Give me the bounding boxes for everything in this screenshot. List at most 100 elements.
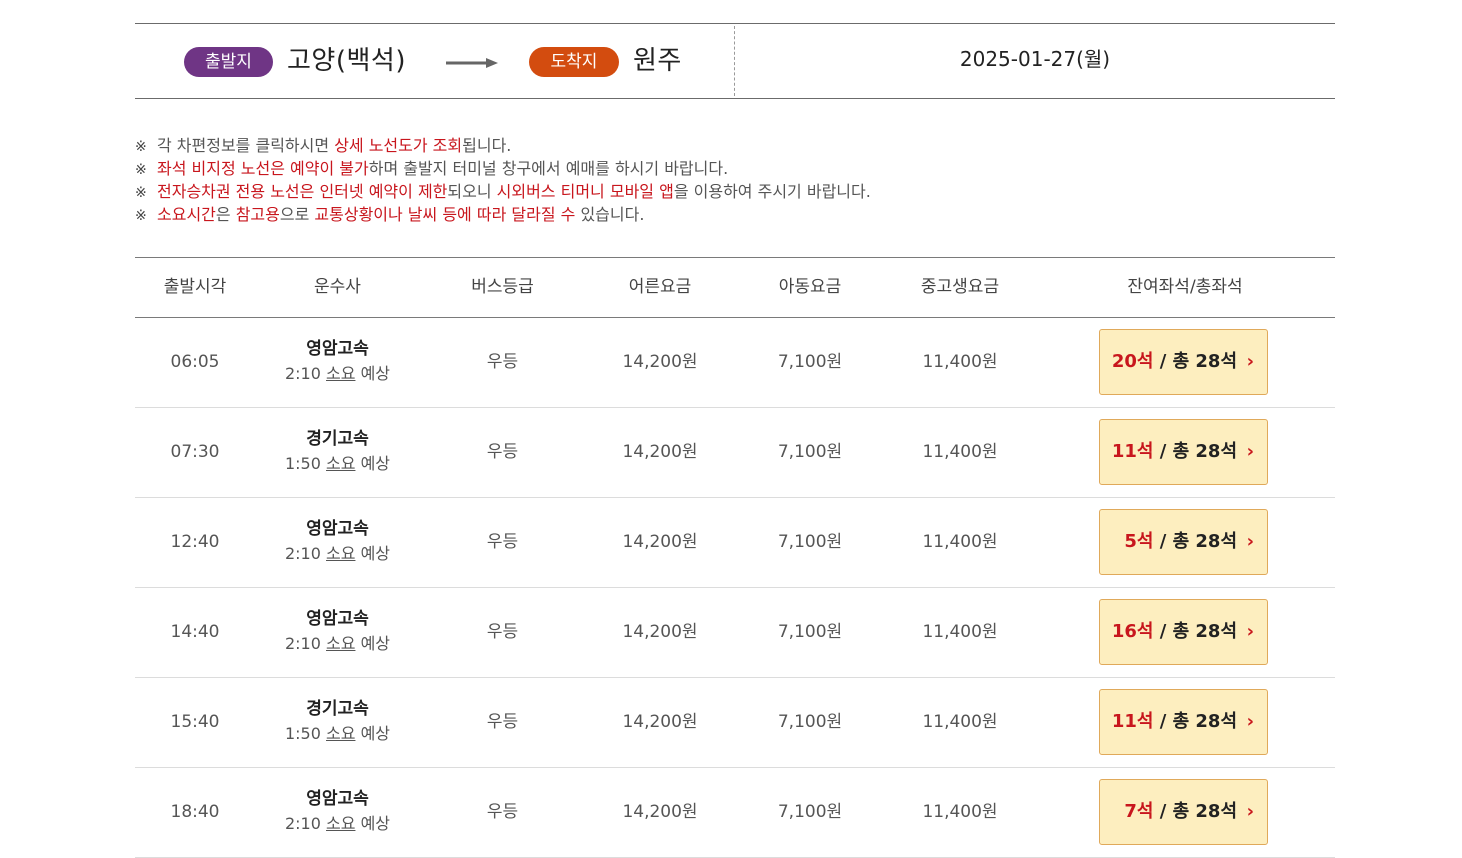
bus-class: 우등 bbox=[486, 802, 519, 822]
table-row[interactable]: 15:40 경기고속 1:50 소요 예상 우등 14,200원 7,100원 … bbox=[135, 677, 1335, 768]
notice-text: 됩니다. bbox=[462, 136, 512, 155]
student-fare: 11,400원 bbox=[922, 352, 998, 372]
adult-fare: 14,200원 bbox=[622, 532, 698, 552]
notice-line: ※ 각 차편정보를 클릭하시면 상세 노선도가 조회됩니다. bbox=[135, 135, 1335, 158]
chevron-right-icon: › bbox=[1246, 351, 1254, 372]
header-student-fare: 중고생요금 bbox=[920, 277, 1000, 297]
notice-highlight: 참고용 bbox=[235, 205, 280, 224]
chevron-right-icon: › bbox=[1246, 711, 1254, 732]
total-seats: 총 28석 bbox=[1172, 531, 1237, 552]
child-fare: 7,100원 bbox=[777, 712, 843, 732]
duration-value: 2:10 bbox=[284, 544, 321, 563]
notice-text: 되오니 bbox=[447, 182, 497, 201]
table-row[interactable]: 12:40 영암고속 2:10 소요 예상 우등 14,200원 7,100원 … bbox=[135, 497, 1335, 588]
notice-highlight: 소요시간 bbox=[157, 205, 216, 224]
duration-estimate: 2:10 소요 예상 bbox=[255, 632, 420, 656]
notice-text: 하며 출발지 터미널 창구에서 예매를 하시기 바랍니다. bbox=[368, 159, 729, 178]
seat-separator: / bbox=[1153, 351, 1173, 372]
seat-select-button[interactable]: 11석 / 총 28석 › bbox=[1099, 689, 1268, 755]
chevron-right-icon: › bbox=[1246, 801, 1254, 822]
table-header: 출발시각 운수사 버스등급 어른요금 아동요금 중고생요금 잔여좌석/총좌석 bbox=[135, 257, 1335, 318]
company-cell: 영암고속 2:10 소요 예상 bbox=[255, 337, 420, 386]
table-row[interactable]: 14:40 영암고속 2:10 소요 예상 우등 14,200원 7,100원 … bbox=[135, 587, 1335, 678]
notice-highlight: 좌석 비지정 노선은 예약이 불가 bbox=[157, 159, 369, 178]
notice-text: 은 bbox=[215, 205, 236, 224]
duration-label: 소요 bbox=[326, 364, 356, 383]
duration-estimate: 2:10 소요 예상 bbox=[255, 812, 420, 836]
seat-select-button[interactable]: 5석 / 총 28석 › bbox=[1099, 509, 1268, 575]
child-fare: 7,100원 bbox=[777, 442, 843, 462]
notice-highlight: 시외버스 티머니 모바일 앱 bbox=[496, 182, 674, 201]
remaining-seats: 5석 bbox=[1124, 531, 1154, 552]
duration-value: 2:10 bbox=[284, 364, 321, 383]
remaining-seats: 11석 bbox=[1111, 711, 1154, 732]
departure-time: 14:40 bbox=[170, 622, 220, 642]
chevron-right-icon: › bbox=[1246, 621, 1254, 642]
table-row[interactable]: 06:05 영암고속 2:10 소요 예상 우등 14,200원 7,100원 … bbox=[135, 317, 1335, 408]
seat-select-button[interactable]: 20석 / 총 28석 › bbox=[1099, 329, 1268, 395]
duration-estimate: 2:10 소요 예상 bbox=[255, 542, 420, 566]
header-company: 운수사 bbox=[314, 277, 361, 297]
student-fare: 11,400원 bbox=[922, 622, 998, 642]
child-fare: 7,100원 bbox=[777, 352, 843, 372]
chevron-right-icon: › bbox=[1246, 531, 1254, 552]
seat-select-button[interactable]: 16석 / 총 28석 › bbox=[1099, 599, 1268, 665]
bus-class: 우등 bbox=[486, 442, 519, 462]
company-cell: 영암고속 2:10 소요 예상 bbox=[255, 517, 420, 566]
total-seats: 총 28석 bbox=[1172, 711, 1237, 732]
notice-highlight: 상세 노선도가 조회 bbox=[334, 136, 463, 155]
duration-suffix: 예상 bbox=[360, 814, 391, 833]
remaining-seats: 16석 bbox=[1111, 621, 1154, 642]
company-name: 영암고속 bbox=[306, 789, 369, 809]
notice-mark: ※ bbox=[135, 185, 147, 201]
seat-separator: / bbox=[1153, 531, 1173, 552]
departure-badge: 출발지 bbox=[184, 47, 273, 77]
adult-fare: 14,200원 bbox=[622, 352, 698, 372]
seat-separator: / bbox=[1153, 441, 1173, 462]
departure-time: 15:40 bbox=[170, 712, 220, 732]
bus-class: 우등 bbox=[486, 622, 519, 642]
notice-mark: ※ bbox=[135, 162, 147, 178]
seat-separator: / bbox=[1153, 711, 1173, 732]
notice-list: ※ 각 차편정보를 클릭하시면 상세 노선도가 조회됩니다. ※ 좌석 비지정 노선은… bbox=[135, 135, 1335, 227]
child-fare: 7,100원 bbox=[777, 532, 843, 552]
header-seats: 잔여좌석/총좌석 bbox=[1127, 277, 1243, 297]
seat-separator: / bbox=[1153, 801, 1173, 822]
duration-label: 소요 bbox=[326, 814, 356, 833]
notice-line: ※ 전자승차권 전용 노선은 인터넷 예약이 제한되오니 시외버스 티머니 모바일… bbox=[135, 181, 1335, 204]
seat-separator: / bbox=[1153, 621, 1173, 642]
header-child-fare: 아동요금 bbox=[778, 277, 842, 297]
table-row[interactable]: 07:30 경기고속 1:50 소요 예상 우등 14,200원 7,100원 … bbox=[135, 407, 1335, 498]
departure-time: 07:30 bbox=[170, 442, 220, 462]
notice-line: ※ 좌석 비지정 노선은 예약이 불가하며 출발지 터미널 창구에서 예매를 하시… bbox=[135, 158, 1335, 181]
student-fare: 11,400원 bbox=[922, 442, 998, 462]
seat-select-button[interactable]: 11석 / 총 28석 › bbox=[1099, 419, 1268, 485]
company-cell: 경기고속 1:50 소요 예상 bbox=[255, 427, 420, 476]
arrival-city: 원주 bbox=[633, 46, 682, 76]
duration-suffix: 예상 bbox=[360, 634, 391, 653]
company-name: 경기고속 bbox=[306, 429, 369, 449]
total-seats: 총 28석 bbox=[1172, 621, 1237, 642]
remaining-seats: 7석 bbox=[1124, 801, 1154, 822]
header-departure-time: 출발시각 bbox=[163, 277, 227, 297]
table-row[interactable]: 18:40 영암고속 2:10 소요 예상 우등 14,200원 7,100원 … bbox=[135, 767, 1335, 858]
duration-label: 소요 bbox=[326, 454, 356, 473]
header-bus-class: 버스등급 bbox=[471, 277, 534, 297]
notice-highlight: 교통상황이나 날씨 등에 따라 달라질 수 bbox=[314, 205, 576, 224]
company-cell: 영암고속 2:10 소요 예상 bbox=[255, 787, 420, 836]
duration-suffix: 예상 bbox=[360, 724, 391, 743]
adult-fare: 14,200원 bbox=[622, 802, 698, 822]
bus-class: 우등 bbox=[486, 532, 519, 552]
adult-fare: 14,200원 bbox=[622, 622, 698, 642]
duration-value: 2:10 bbox=[284, 814, 321, 833]
remaining-seats: 20석 bbox=[1111, 351, 1154, 372]
departure-time: 06:05 bbox=[170, 352, 220, 372]
duration-estimate: 2:10 소요 예상 bbox=[255, 362, 420, 386]
remaining-seats: 11석 bbox=[1111, 441, 1154, 462]
seat-select-button[interactable]: 7석 / 총 28석 › bbox=[1099, 779, 1268, 845]
duration-label: 소요 bbox=[326, 544, 356, 563]
right-arrow-icon bbox=[446, 58, 498, 68]
duration-suffix: 예상 bbox=[360, 364, 391, 383]
child-fare: 7,100원 bbox=[777, 622, 843, 642]
duration-value: 2:10 bbox=[284, 634, 321, 653]
